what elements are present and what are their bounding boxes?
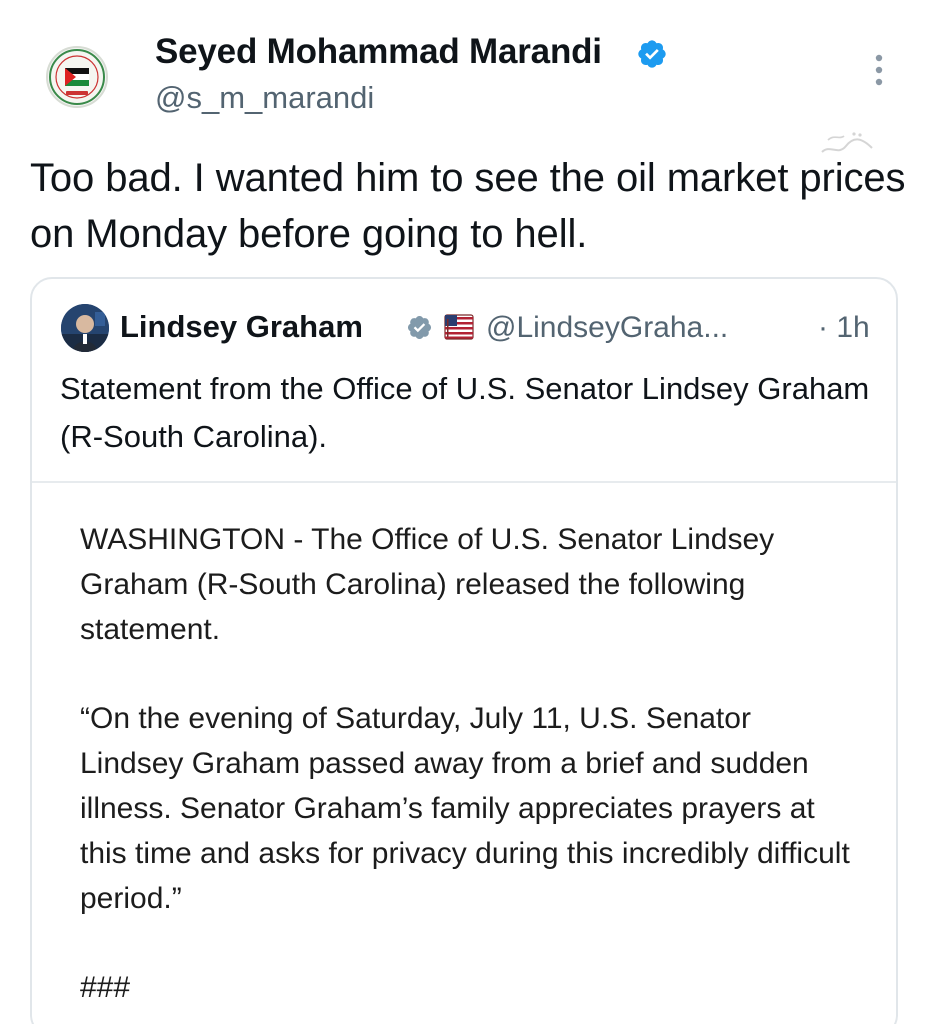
statement-paragraph-1: WASHINGTON - The Office of U.S. Senator … [80, 523, 775, 646]
quoted-tweet-card[interactable]: Lindsey Graham @LindseyGraha... · 1h Sta… [30, 277, 898, 1024]
tweet-page: Seyed Mohammad Marandi @s_m_marandi Too … [0, 0, 926, 1024]
quoted-media-divider [32, 481, 896, 483]
us-flag-icon [444, 314, 474, 340]
statement-end-mark: ### [80, 971, 131, 1004]
author-avatar[interactable] [46, 46, 108, 108]
statement-paragraph-2: “On the evening of Saturday, July 11, U.… [80, 702, 850, 915]
author-name[interactable]: Seyed Mohammad Marandi [155, 32, 602, 72]
tweet-text: Too bad. I wanted him to see the oil mar… [30, 156, 906, 256]
quoted-timestamp[interactable]: · 1h [818, 311, 870, 345]
quoted-author-handle[interactable]: @LindseyGraha... [486, 311, 728, 345]
author-handle[interactable]: @s_m_marandi [155, 80, 374, 116]
statement-image[interactable]: WASHINGTON - The Office of U.S. Senator … [80, 517, 860, 1024]
quoted-author-avatar[interactable] [61, 304, 109, 352]
quoted-tweet-text: Statement from the Office of U.S. Senato… [60, 371, 870, 454]
verified-badge-gray-icon [407, 315, 432, 340]
verified-badge-icon [638, 40, 666, 68]
quoted-author-name[interactable]: Lindsey Graham [120, 309, 363, 345]
more-options-icon[interactable] [866, 50, 892, 90]
